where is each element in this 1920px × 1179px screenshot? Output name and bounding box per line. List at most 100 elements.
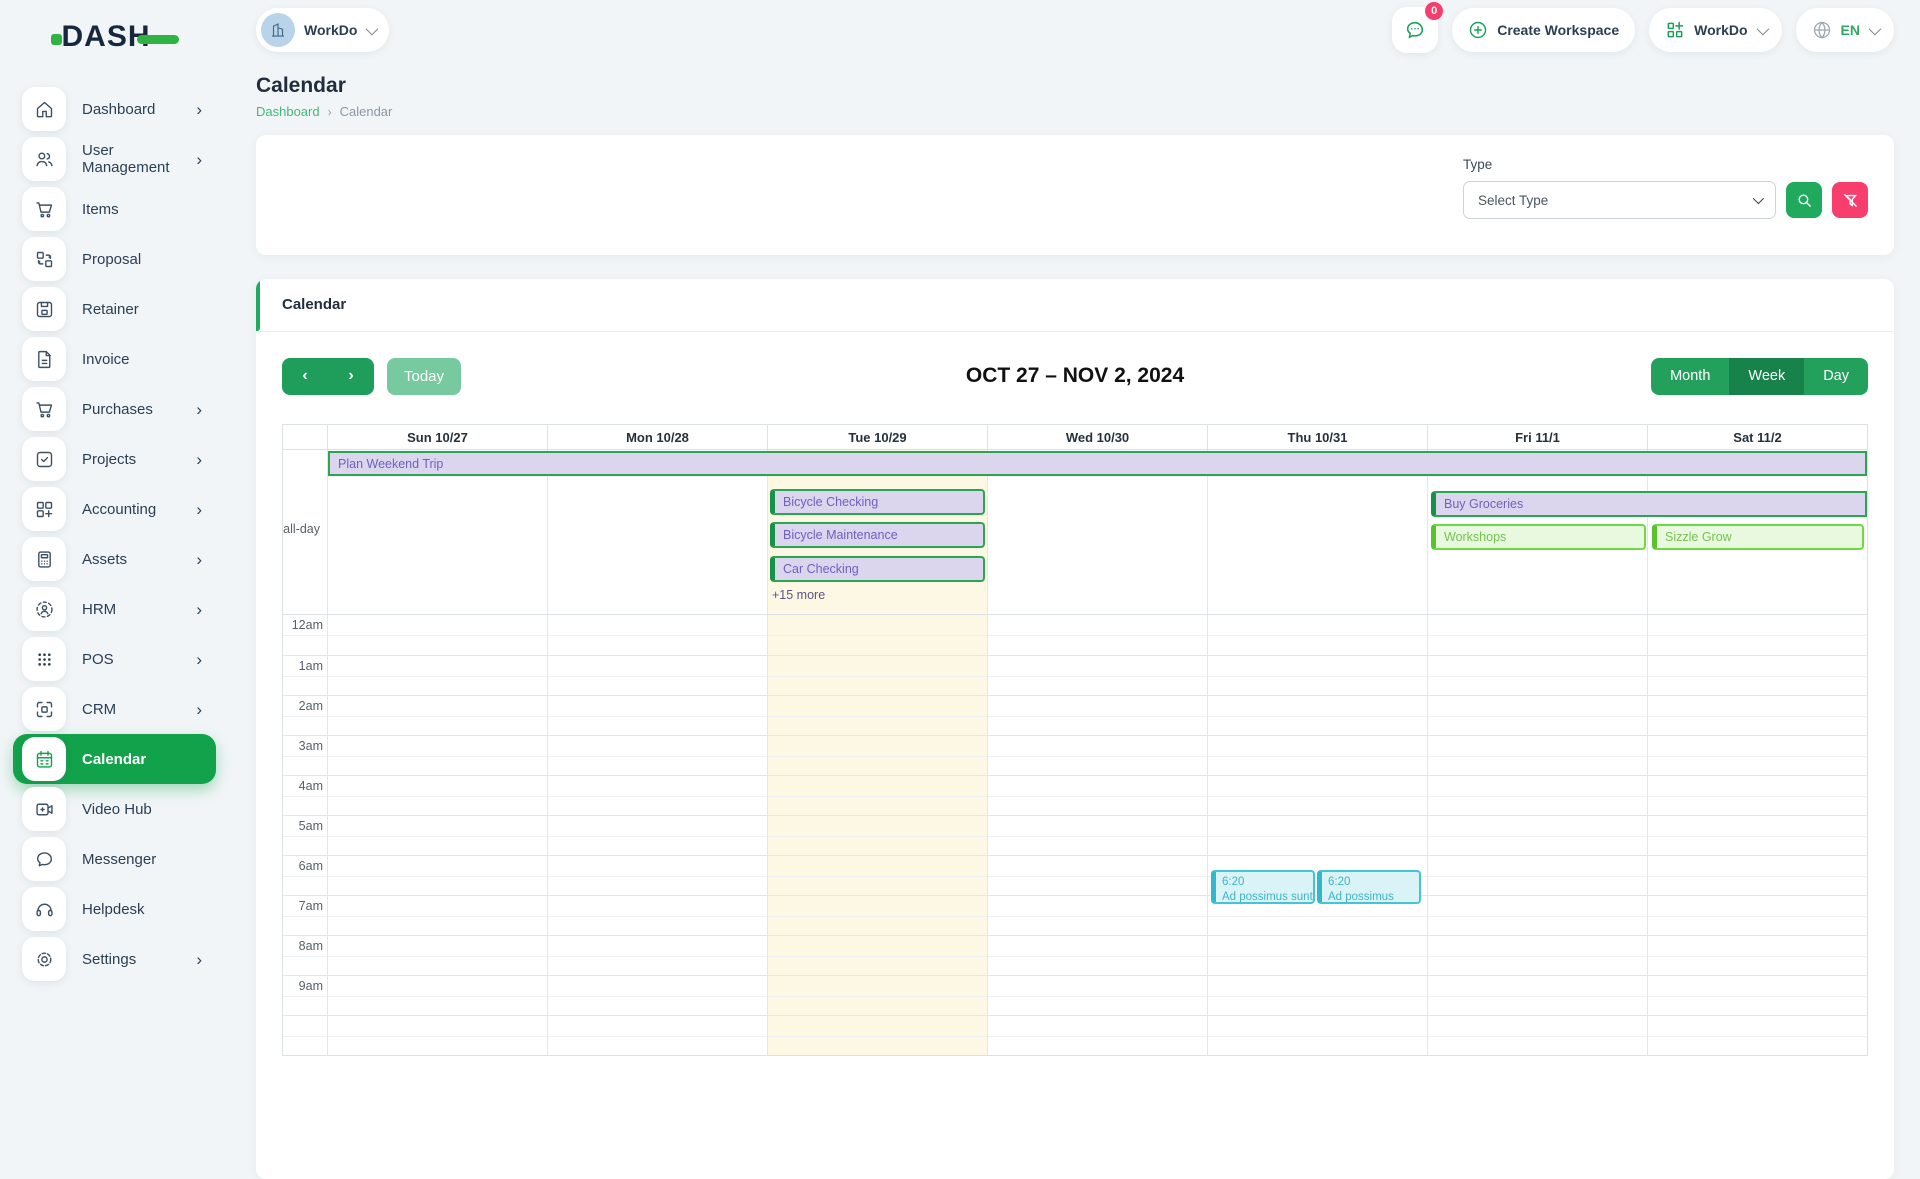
sidebar-nav: Dashboard›User Management›ItemsProposalR… (0, 84, 230, 984)
chevron-right-icon: › (196, 501, 206, 518)
type-select[interactable]: Select Type (1463, 181, 1776, 219)
event-sizzle-grow[interactable]: Sizzle Grow (1652, 524, 1864, 550)
time-label: 5am (283, 819, 323, 833)
sidebar-item-label: Helpdesk (82, 901, 206, 918)
settings-icon (22, 937, 66, 981)
search-button[interactable] (1786, 182, 1822, 218)
sidebar-item-purchases[interactable]: Purchases› (13, 384, 216, 434)
sidebar-item-messenger[interactable]: Messenger (13, 834, 216, 884)
event-timed-1[interactable]: 6:20 Ad possimus sunt (1211, 870, 1315, 904)
sidebar-item-label: Purchases (82, 401, 196, 418)
workspace-switcher[interactable]: WorkDo (256, 8, 389, 52)
app-logo[interactable]: DASH (0, 0, 230, 64)
time-grid[interactable]: 12am1am2am3am4am5am6am7am8am9am 6:20 Ad … (283, 615, 1867, 1055)
calendar-card: Calendar ‹ › Today OCT 27 – NOV 2, 2024 … (256, 279, 1894, 1179)
globe-icon (1812, 20, 1832, 40)
sidebar-item-label: HRM (82, 601, 196, 618)
chevron-down-icon (366, 22, 379, 35)
event-plan-weekend-trip[interactable]: Plan Weekend Trip (328, 451, 1867, 476)
topbar: WorkDo 0 Create Workspace WorkDo EN (230, 0, 1920, 60)
sidebar-item-crm[interactable]: CRM› (13, 684, 216, 734)
sidebar-item-label: User Management (82, 142, 196, 176)
breadcrumb-dashboard-link[interactable]: Dashboard (256, 104, 320, 119)
cart-icon (22, 187, 66, 231)
calendar-card-title: Calendar (282, 296, 346, 313)
next-week-button[interactable]: › (328, 358, 374, 395)
prev-week-button[interactable]: ‹ (282, 358, 328, 395)
event-bicycle-checking[interactable]: Bicycle Checking (770, 489, 985, 515)
event-timed-2[interactable]: 6:20 Ad possimus (1317, 870, 1421, 904)
assets-icon (22, 537, 66, 581)
sidebar-item-dashboard[interactable]: Dashboard› (13, 84, 216, 134)
grid-plus-icon (1665, 20, 1685, 40)
sidebar-item-invoice[interactable]: Invoice (13, 334, 216, 384)
event-car-checking[interactable]: Car Checking (770, 556, 985, 582)
reset-filter-button[interactable] (1832, 182, 1868, 218)
day-header: Tue 10/29 (767, 425, 987, 449)
all-day-label: all-day (283, 522, 327, 536)
event-bicycle-maintenance[interactable]: Bicycle Maintenance (770, 522, 985, 548)
sidebar-item-assets[interactable]: Assets› (13, 534, 216, 584)
chevron-right-icon: › (196, 701, 206, 718)
notifications-button[interactable]: 0 (1392, 7, 1438, 53)
sidebar-item-proposal[interactable]: Proposal (13, 234, 216, 284)
view-day-button[interactable]: Day (1804, 358, 1868, 395)
time-label: 4am (283, 779, 323, 793)
purchases-icon (22, 387, 66, 431)
more-events-link[interactable]: +15 more (772, 588, 825, 602)
sidebar-item-accounting[interactable]: Accounting› (13, 484, 216, 534)
day-header-row: Sun 10/27Mon 10/28Tue 10/29Wed 10/30Thu … (283, 425, 1867, 450)
page-title: Calendar (256, 74, 1894, 98)
chevron-right-icon: › (196, 151, 206, 168)
logo-accent-bar (137, 35, 179, 44)
card-accent-bar (256, 279, 260, 331)
messenger-icon (22, 837, 66, 881)
sidebar-item-label: Messenger (82, 851, 206, 868)
sidebar-item-helpdesk[interactable]: Helpdesk (13, 884, 216, 934)
view-week-button[interactable]: Week (1729, 358, 1804, 395)
sidebar-item-label: Dashboard (82, 101, 196, 118)
day-header: Mon 10/28 (547, 425, 767, 449)
workdo-menu-button[interactable]: WorkDo (1649, 8, 1781, 52)
sidebar-item-retainer[interactable]: Retainer (13, 284, 216, 334)
time-label: 6am (283, 859, 323, 873)
all-day-section[interactable]: all-day Plan Weekend Trip Bicycle Checki… (283, 450, 1867, 615)
view-month-button[interactable]: Month (1651, 358, 1729, 395)
sidebar-item-projects[interactable]: Projects› (13, 434, 216, 484)
language-code: EN (1841, 22, 1860, 38)
calendar-toolbar: ‹ › Today OCT 27 – NOV 2, 2024 MonthWeek… (282, 354, 1868, 398)
sidebar-item-label: Items (82, 201, 206, 218)
building-icon (269, 21, 287, 39)
sidebar-item-calendar[interactable]: Calendar (13, 734, 216, 784)
language-selector[interactable]: EN (1796, 8, 1894, 52)
chevron-right-icon: › (196, 651, 206, 668)
time-label: 1am (283, 659, 323, 673)
sidebar-item-label: Invoice (82, 351, 206, 368)
sidebar-item-settings[interactable]: Settings› (13, 934, 216, 984)
event-workshops[interactable]: Workshops (1431, 524, 1646, 550)
plus-circle-icon (1468, 20, 1488, 40)
workspace-name: WorkDo (304, 22, 357, 38)
sidebar-item-label: Retainer (82, 301, 206, 318)
time-label: 3am (283, 739, 323, 753)
chevron-right-icon: › (196, 101, 206, 118)
users-icon (22, 137, 66, 181)
time-label: 8am (283, 939, 323, 953)
sidebar-item-pos[interactable]: POS› (13, 634, 216, 684)
home-icon (22, 87, 66, 131)
breadcrumb-current: Calendar (340, 104, 393, 119)
sidebar-item-label: Proposal (82, 251, 206, 268)
sidebar-item-items[interactable]: Items (13, 184, 216, 234)
sidebar-item-label: POS (82, 651, 196, 668)
sidebar-item-video-hub[interactable]: Video Hub (13, 784, 216, 834)
today-button[interactable]: Today (387, 358, 461, 395)
sidebar-item-user-management[interactable]: User Management› (13, 134, 216, 184)
sidebar-item-hrm[interactable]: HRM› (13, 584, 216, 634)
breadcrumb: Dashboard › Calendar (256, 104, 1894, 119)
time-label: 2am (283, 699, 323, 713)
time-label: 12am (283, 618, 323, 632)
pos-icon (22, 637, 66, 681)
event-buy-groceries[interactable]: Buy Groceries (1431, 491, 1867, 517)
create-workspace-button[interactable]: Create Workspace (1452, 8, 1635, 52)
sidebar-item-label: Projects (82, 451, 196, 468)
